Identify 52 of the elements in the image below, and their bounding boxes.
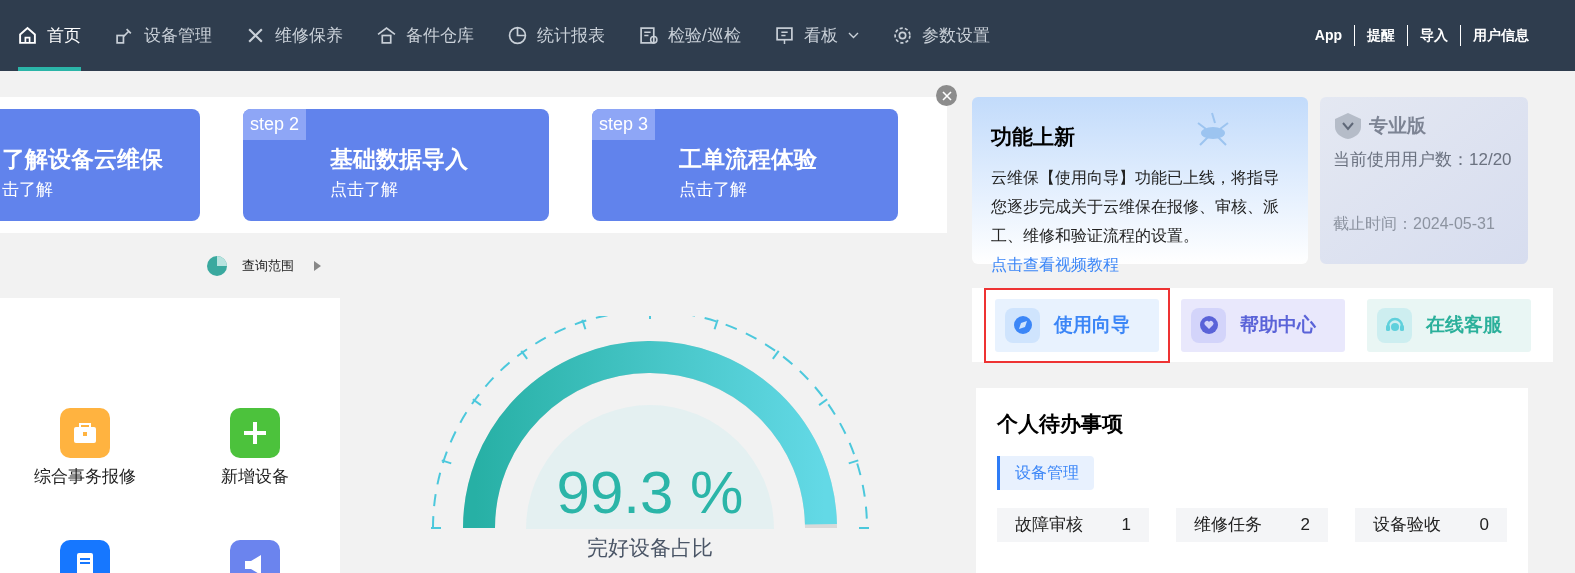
todo-item[interactable]: 设备验收 0 bbox=[1355, 507, 1507, 542]
nav-tab[interactable]: 维修保养 bbox=[246, 0, 343, 71]
step-subtitle: 点击了解 bbox=[679, 179, 747, 201]
step-card[interactable]: step 2 基础数据导入 点击了解 bbox=[243, 109, 549, 221]
caret-icon[interactable] bbox=[314, 260, 321, 271]
pie-chart-icon bbox=[206, 254, 228, 277]
step-subtitle: 击了解 bbox=[2, 179, 53, 201]
nav-tab[interactable]: 看板 bbox=[774, 0, 859, 71]
quick-action-button[interactable]: 帮助中心 bbox=[1181, 298, 1345, 352]
user-count: 当前使用用户数：12/20 bbox=[1333, 148, 1513, 171]
step-card[interactable]: step 3 工单流程体验 点击了解 bbox=[592, 109, 898, 221]
nav-tab[interactable]: 检验/巡检 bbox=[639, 0, 741, 71]
nav-tab[interactable]: 设备管理 bbox=[115, 0, 212, 71]
step-card[interactable]: 了解设备云维保 击了解 bbox=[0, 109, 200, 221]
settings-icon bbox=[892, 26, 912, 45]
step-title: 了解设备云维保 bbox=[2, 145, 163, 174]
plus-icon[interactable] bbox=[230, 408, 280, 458]
nav-tab[interactable]: 参数设置 bbox=[892, 0, 990, 71]
shield-badge-icon bbox=[1333, 112, 1363, 141]
shortcut-label[interactable]: 新增设备 bbox=[221, 464, 289, 490]
expiry-date: 截止时间：2024-05-31 bbox=[1333, 214, 1496, 234]
todo-item[interactable]: 维修任务 2 bbox=[1176, 507, 1328, 542]
nav-tab[interactable]: 统计报表 bbox=[508, 0, 605, 71]
compass-icon bbox=[1005, 307, 1040, 343]
header-link[interactable]: App bbox=[1302, 25, 1354, 46]
gauge-value: 99.3 % bbox=[556, 463, 744, 523]
news-title: 功能上新 bbox=[991, 124, 1075, 150]
close-icon[interactable] bbox=[936, 85, 957, 106]
gauge-label: 完好设备占比 bbox=[587, 535, 713, 561]
edition-name: 专业版 bbox=[1369, 114, 1426, 138]
step-subtitle: 点击了解 bbox=[330, 179, 398, 201]
todo-title: 个人待办事项 bbox=[997, 411, 1123, 437]
todo-item[interactable]: 故障审核 1 bbox=[997, 507, 1149, 542]
briefcase-icon[interactable] bbox=[60, 408, 110, 458]
header-link[interactable]: 提醒 bbox=[1354, 25, 1407, 46]
news-text: 云维保【使用向导】功能已上线，将指导您逐步完成关于云维保在报修、审核、派工、维修和验证流程的设置。 点击查看视频教程 bbox=[991, 167, 1280, 275]
pie-chart-icon bbox=[508, 26, 527, 45]
headset-icon bbox=[1377, 307, 1412, 343]
shortcut-label[interactable]: 综合事务报修 bbox=[34, 464, 136, 490]
step-badge: step 3 bbox=[592, 109, 656, 140]
header-link[interactable]: 导入 bbox=[1407, 25, 1460, 46]
query-range-label[interactable]: 查询范围 bbox=[242, 255, 294, 276]
nav-tab[interactable]: 备件仓库 bbox=[377, 0, 474, 71]
nav-tab[interactable]: 首页 bbox=[18, 0, 81, 71]
board-icon bbox=[774, 26, 794, 45]
step-title: 工单流程体验 bbox=[679, 145, 817, 174]
step-badge: step 2 bbox=[243, 109, 307, 140]
header-link[interactable]: 用户信息 bbox=[1460, 25, 1541, 46]
home-icon bbox=[18, 26, 37, 45]
step-title: 基础数据导入 bbox=[330, 145, 468, 174]
warehouse-icon bbox=[377, 26, 396, 45]
document-icon bbox=[639, 26, 658, 45]
